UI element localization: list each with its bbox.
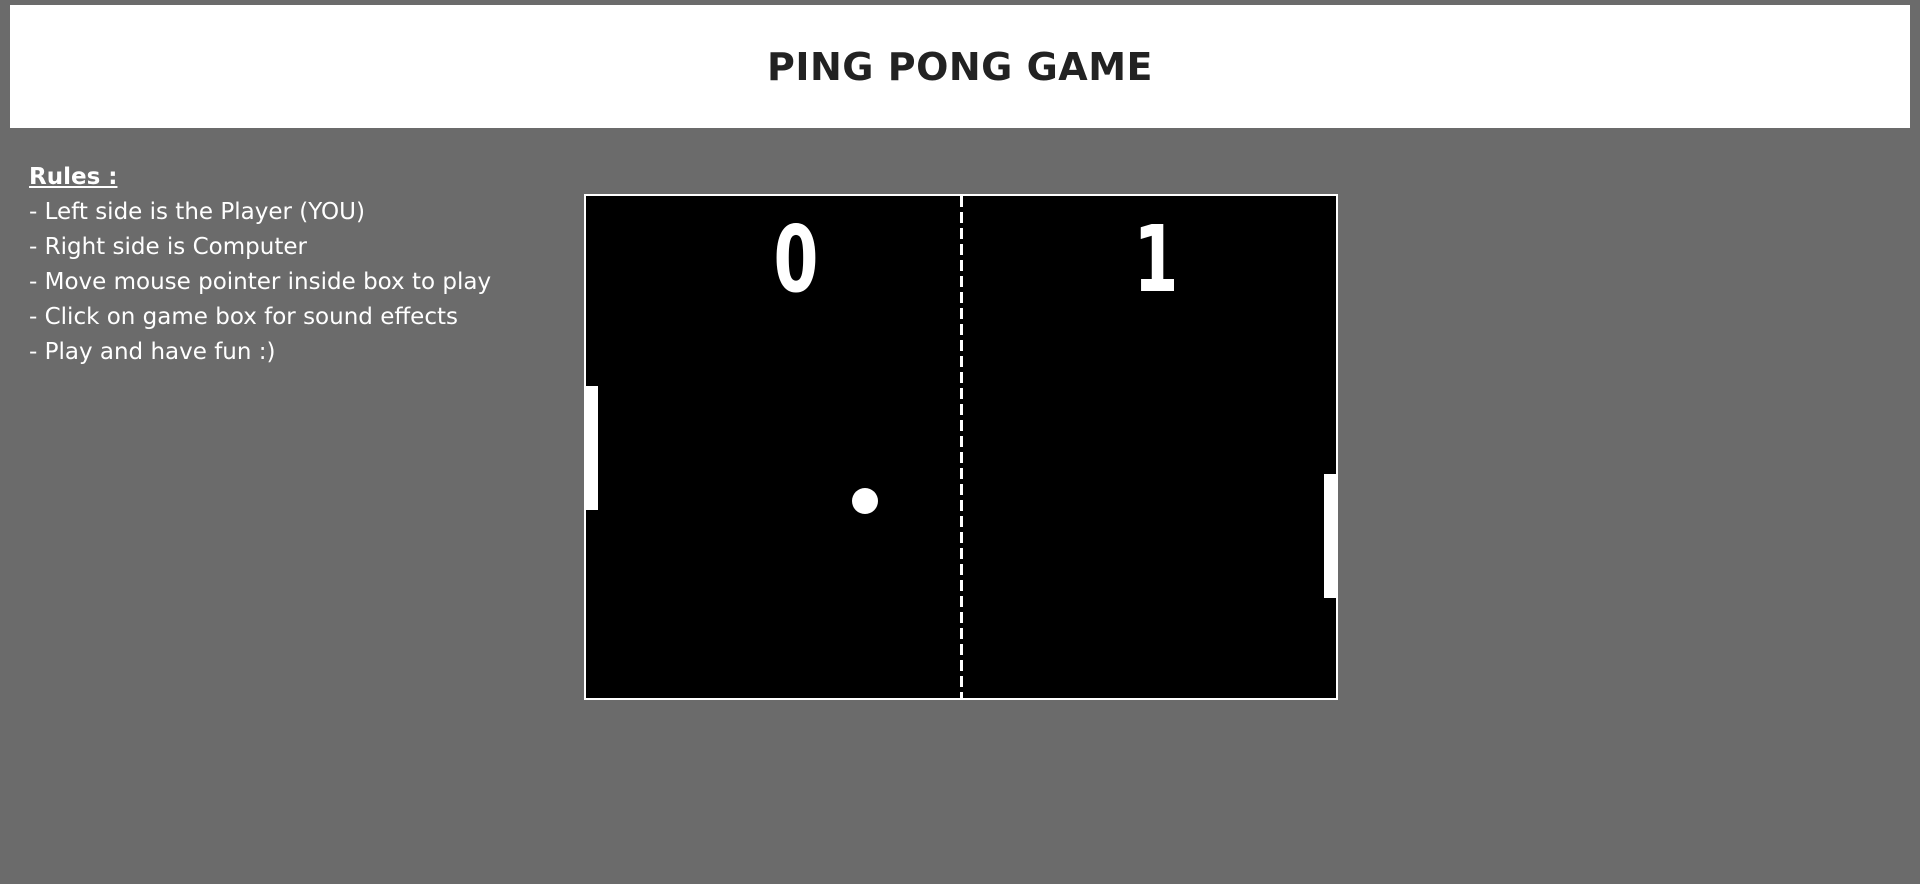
computer-score: 1: [1133, 206, 1179, 313]
rules-title: Rules :: [29, 164, 118, 190]
player-paddle[interactable]: [586, 386, 598, 510]
rule-line: - Move mouse pointer inside box to play: [29, 269, 492, 295]
ball: [852, 488, 878, 514]
player-score: 0: [773, 206, 819, 313]
rules-panel: Rules : - Left side is the Player (YOU) …: [29, 160, 491, 370]
game-canvas[interactable]: 0 1: [584, 194, 1338, 700]
rule-line: - Right side is Computer: [29, 234, 307, 260]
center-net: [960, 196, 963, 698]
computer-paddle: [1324, 474, 1336, 598]
page-title: PING PONG GAME: [767, 44, 1153, 89]
page-header: PING PONG GAME: [10, 5, 1910, 128]
rule-line: - Left side is the Player (YOU): [29, 199, 365, 225]
rule-line: - Click on game box for sound effects: [29, 304, 458, 330]
rule-line: - Play and have fun :): [29, 339, 276, 365]
